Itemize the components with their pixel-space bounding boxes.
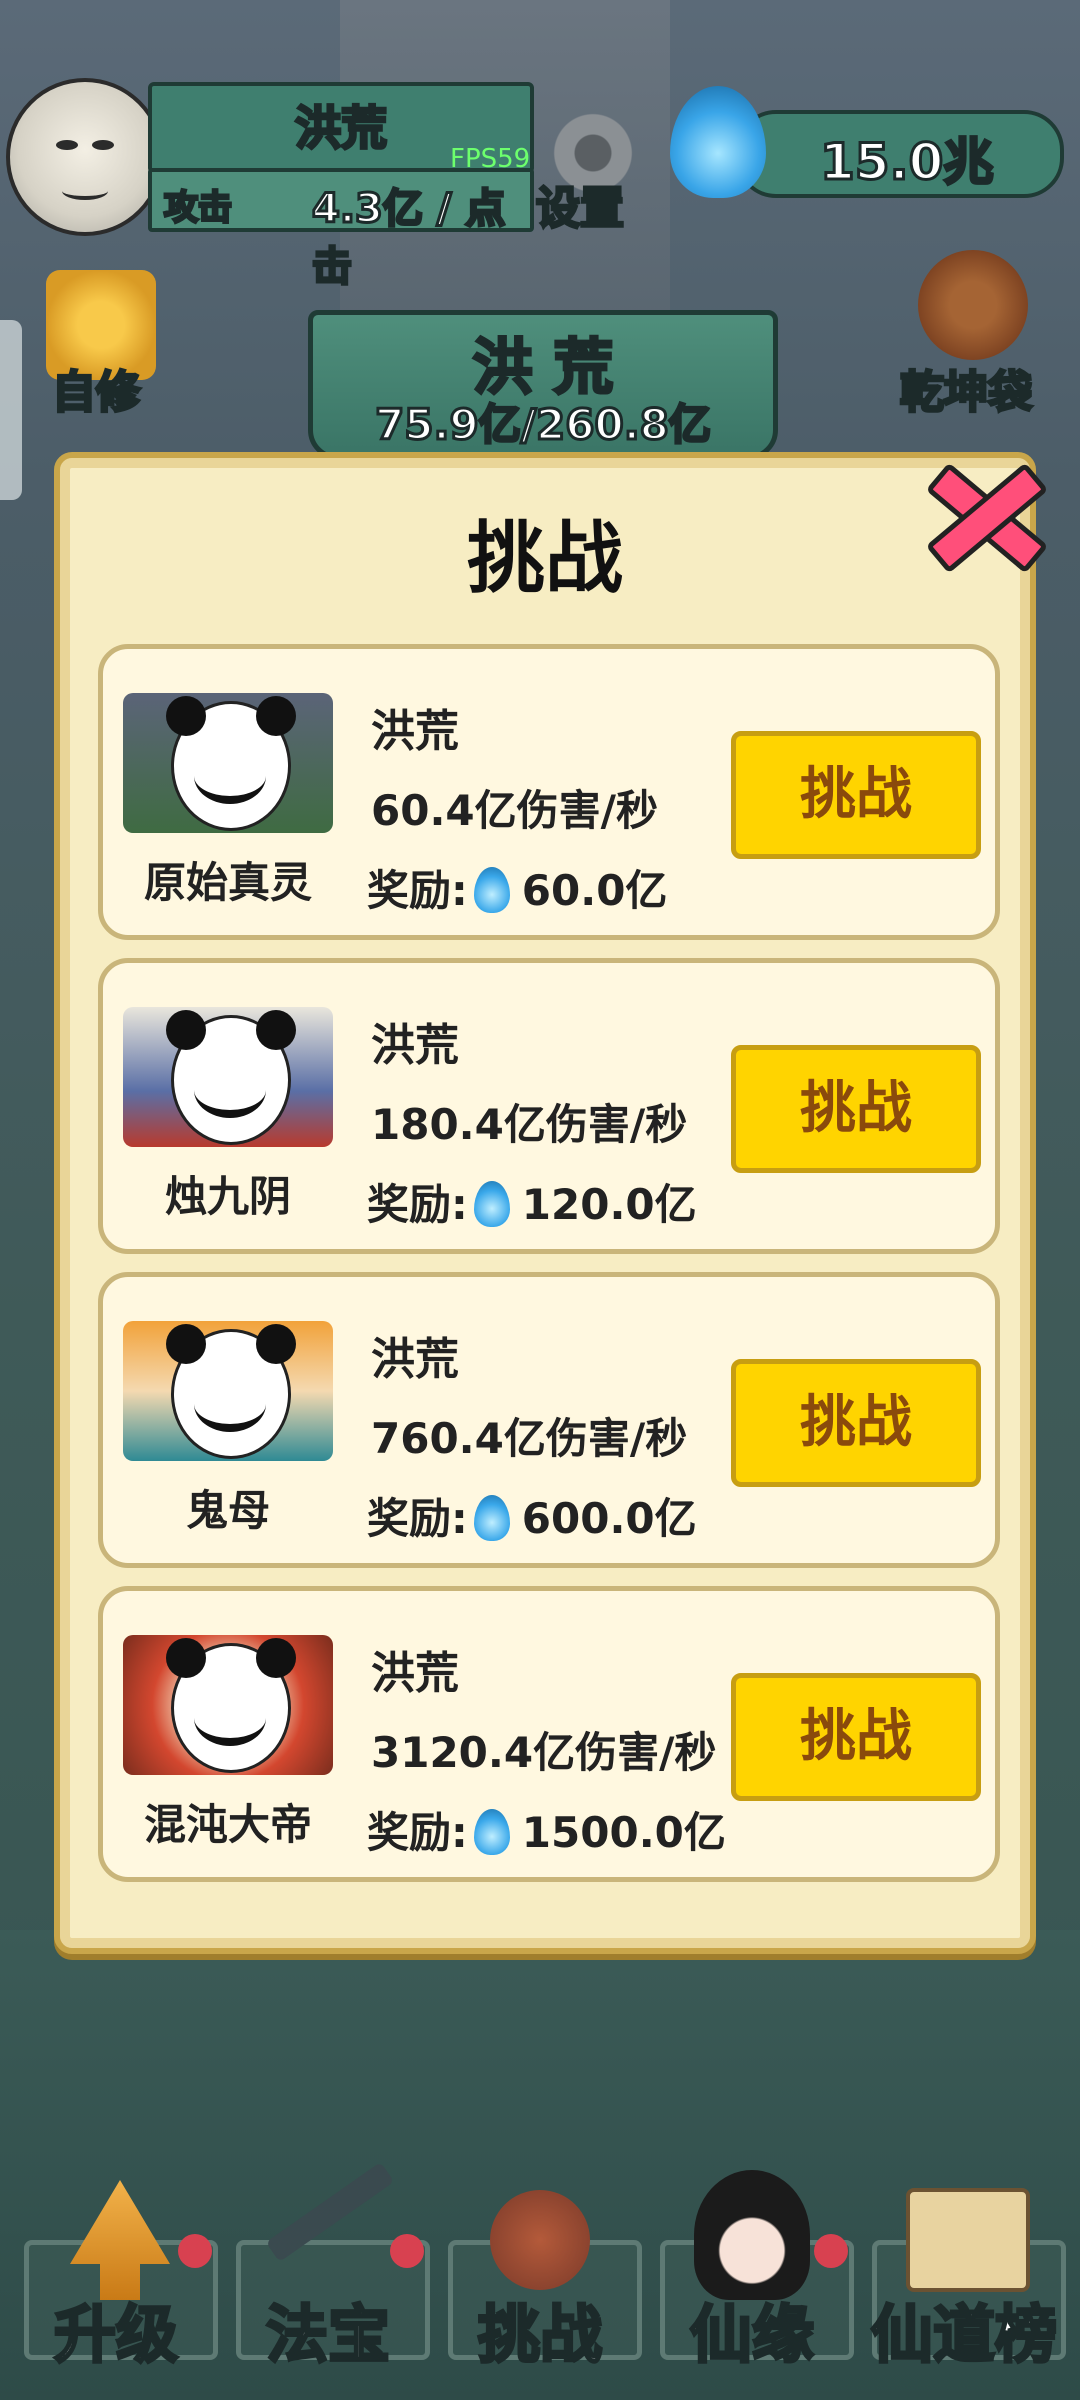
challenge-button[interactable]: 挑战 [731, 1045, 981, 1173]
boss-dps: 60.4亿伤害/秒 [371, 786, 658, 835]
avatar-mouth [62, 182, 108, 200]
nav-treasure[interactable]: 法宝 [230, 2162, 430, 2373]
boss-reward: 奖励: 1500.0亿 [367, 1799, 726, 1860]
challenge-card: 鬼母 洪荒 760.4亿伤害/秒 奖励: 600.0亿 挑战 [98, 1272, 1000, 1568]
attack-value: 4.3亿 / 点击 [311, 185, 507, 292]
nav-label: 仙缘 [688, 2297, 815, 2373]
currency-plate: 15.0兆 [736, 110, 1064, 198]
boss-dps: 760.4亿伤害/秒 [371, 1414, 688, 1463]
close-icon[interactable] [912, 450, 1042, 570]
boss-portrait [123, 693, 333, 833]
boss-dps: 3120.4亿伤害/秒 [371, 1728, 717, 1777]
reward-label: 奖励: [367, 1494, 468, 1543]
challenge-button[interactable]: 挑战 [731, 731, 981, 859]
boss-name: 鬼母 [185, 1486, 270, 1535]
panda-face-icon [166, 1324, 296, 1459]
boss-reward: 奖励: 120.0亿 [367, 1171, 697, 1232]
nav-label: 挑战 [476, 2297, 603, 2373]
reward-label: 奖励: [367, 1808, 468, 1857]
boss-reward: 奖励: 600.0亿 [367, 1485, 697, 1546]
attack-label: 攻击 [163, 187, 234, 230]
avatar-eye [92, 140, 114, 150]
nav-label: 升级 [52, 2297, 179, 2373]
boss-reward: 奖励: 60.0亿 [367, 857, 667, 918]
challenge-card: 烛九阴 洪荒 180.4亿伤害/秒 奖励: 120.0亿 挑战 [98, 958, 1000, 1254]
reward-value: 120.0亿 [521, 1180, 697, 1229]
boss-name: 混沌大帝 [143, 1800, 312, 1849]
player-avatar[interactable] [6, 78, 164, 236]
notification-dot [178, 2234, 212, 2268]
dialog-title: 挑战 [466, 514, 623, 604]
boss-realm: 洪荒 [371, 1648, 459, 1699]
challenge-button[interactable]: 挑战 [731, 1359, 981, 1487]
challenge-button[interactable]: 挑战 [731, 1673, 981, 1801]
spirit-flame-icon [473, 1495, 510, 1541]
self-cultivate-label[interactable]: 自修 [51, 356, 142, 420]
challenge-card: 原始真灵 洪荒 60.4亿伤害/秒 奖励: 60.0亿 挑战 [98, 644, 1000, 940]
spirit-flame-icon [473, 1181, 510, 1227]
bag-icon[interactable] [918, 250, 1028, 360]
reward-value: 60.0亿 [521, 866, 668, 915]
stage-banner: 洪 荒 75.9亿/260.8亿 [308, 310, 778, 460]
avatar-eye [56, 140, 78, 150]
boss-name: 烛九阴 [164, 1172, 291, 1221]
boss-portrait [123, 1321, 333, 1461]
reward-label: 奖励: [367, 866, 468, 915]
boss-portrait [123, 1007, 333, 1147]
side-drawer-tab[interactable] [0, 320, 22, 500]
boss-portrait [123, 1635, 333, 1775]
notification-dot [814, 2234, 848, 2268]
crossed-swords-icon [490, 2190, 590, 2290]
spirit-flame-icon [473, 1809, 510, 1855]
bag-label[interactable]: 乾坤袋 [899, 356, 1034, 420]
reward-value: 600.0亿 [521, 1494, 697, 1543]
currency-value: 15.0兆 [818, 132, 994, 193]
nav-ranking[interactable]: 仙道榜 [866, 2170, 1066, 2373]
panda-face-icon [166, 1638, 296, 1773]
nav-fairy[interactable]: 仙缘 [654, 2170, 854, 2373]
nav-upgrade[interactable]: 升级 [18, 2170, 218, 2373]
challenge-card: 混沌大帝 洪荒 3120.4亿伤害/秒 奖励: 1500.0亿 挑战 [98, 1586, 1000, 1882]
ranking-scroll-icon [906, 2188, 1030, 2292]
bottom-nav: 升级 法宝 挑战 仙缘 仙道榜 [0, 2162, 1080, 2400]
notification-dot [390, 2234, 424, 2268]
spirit-flame-icon [670, 86, 766, 198]
settings-button[interactable]: 设置 [535, 172, 626, 236]
reward-label: 奖励: [367, 1180, 468, 1229]
fps-counter: FPS59 [450, 144, 531, 174]
boss-realm: 洪荒 [371, 1334, 459, 1385]
boss-realm: 洪荒 [371, 1020, 459, 1071]
boss-dps: 180.4亿伤害/秒 [371, 1100, 688, 1149]
nav-label: 仙道榜 [869, 2297, 1058, 2373]
attack-plate: 攻击 4.3亿 / 点击 [148, 168, 534, 292]
nav-label: 法宝 [264, 2297, 391, 2373]
stage-progress: 75.9亿/260.8亿 [374, 399, 713, 451]
boss-name: 原始真灵 [143, 858, 312, 907]
panda-face-icon [166, 696, 296, 831]
nav-challenge[interactable]: 挑战 [442, 2170, 642, 2373]
panda-face-icon [166, 1010, 296, 1145]
reward-value: 1500.0亿 [521, 1808, 726, 1857]
challenge-dialog: 挑战 原始真灵 洪荒 60.4亿伤害/秒 奖励: 60.0亿 挑战 烛九阴 洪荒 … [54, 452, 1036, 1954]
boss-realm: 洪荒 [371, 706, 459, 757]
fairy-icon [694, 2170, 810, 2300]
spirit-flame-icon [473, 867, 510, 913]
